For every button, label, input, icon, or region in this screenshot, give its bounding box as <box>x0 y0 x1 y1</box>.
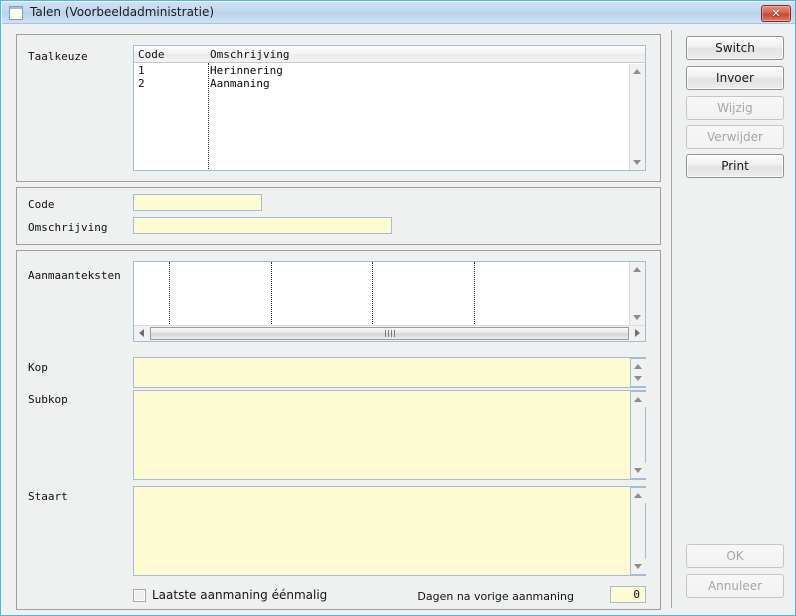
subkop-vertical-scrollbar[interactable] <box>630 391 646 479</box>
staart-label: Staart <box>28 490 68 503</box>
dialog-window: Talen (Voorbeeldadministratie) ✕ Taalkeu… <box>0 0 796 616</box>
scroll-down-icon[interactable] <box>631 559 646 574</box>
code-label: Code <box>28 198 55 211</box>
omschrijving-input[interactable] <box>133 217 392 234</box>
aanmaanteksten-grid[interactable] <box>133 261 646 342</box>
taalkeuze-group: Taalkeuze Code Omschrijving 1 Herinnerin… <box>16 34 661 182</box>
title-bar: Talen (Voorbeeldadministratie) ✕ <box>2 2 795 24</box>
cell-omschrijving: Herinnering <box>210 64 283 77</box>
subkop-label: Subkop <box>28 393 68 406</box>
laatste-aanmaning-checkbox-wrap[interactable]: Laatste aanmaning éénmalig <box>133 587 327 605</box>
client-area: Taalkeuze Code Omschrijving 1 Herinnerin… <box>2 24 795 615</box>
annuleer-button[interactable]: Annuleer <box>686 574 784 598</box>
staart-vertical-scrollbar[interactable] <box>630 487 646 575</box>
panel-divider <box>671 30 672 608</box>
close-icon: ✕ <box>771 7 781 20</box>
cell-code: 1 <box>138 64 145 77</box>
window-icon <box>9 6 23 20</box>
list-header-row: Code Omschrijving <box>134 46 645 63</box>
scroll-up-icon[interactable] <box>631 392 646 407</box>
laatste-aanmaning-checkbox[interactable] <box>133 589 146 602</box>
subkop-textarea[interactable] <box>133 390 646 480</box>
staart-textarea[interactable] <box>133 486 646 576</box>
grid-column-separator <box>271 262 272 324</box>
detail-group: Code Omschrijving <box>16 187 661 245</box>
taalkeuze-label: Taalkeuze <box>28 50 88 63</box>
scroll-left-icon[interactable] <box>134 326 149 341</box>
list-vertical-scrollbar[interactable] <box>629 64 645 170</box>
grid-column-separator <box>372 262 373 324</box>
scroll-down-icon[interactable] <box>631 463 646 478</box>
print-button[interactable]: Print <box>686 154 784 178</box>
kop-textarea[interactable] <box>133 357 646 388</box>
dagen-na-vorige-aanmaning-input[interactable]: 0 <box>610 586 646 603</box>
invoer-button[interactable]: Invoer <box>686 66 784 90</box>
table-row[interactable]: 1 Herinnering <box>134 64 629 77</box>
grid-column-separator <box>169 262 170 324</box>
omschrijving-label: Omschrijving <box>28 221 108 234</box>
table-row[interactable]: 2 Aanmaning <box>134 77 629 90</box>
aanmaanteksten-group: Aanmaanteksten Kop Subkop Staart Laatste… <box>16 250 661 610</box>
kop-label: Kop <box>28 361 48 374</box>
scroll-down-icon[interactable] <box>631 371 646 386</box>
aanmaanteksten-label: Aanmaanteksten <box>28 269 121 282</box>
taalkeuze-list[interactable]: Code Omschrijving 1 Herinnering 2 Aanman… <box>133 45 646 171</box>
grid-hscroll-thumb[interactable] <box>150 327 629 340</box>
cell-omschrijving: Aanmaning <box>210 77 270 90</box>
list-column-header-omschrijving[interactable]: Omschrijving <box>210 48 289 61</box>
scroll-up-icon[interactable] <box>630 64 645 79</box>
window-title: Talen (Voorbeeldadministratie) <box>30 5 215 19</box>
list-column-header-code[interactable]: Code <box>138 48 165 61</box>
close-button[interactable]: ✕ <box>761 5 791 22</box>
verwijder-button[interactable]: Verwijder <box>686 125 784 149</box>
grid-vertical-scrollbar[interactable] <box>629 262 645 325</box>
scroll-down-icon[interactable] <box>630 310 645 325</box>
grip-icon <box>384 330 395 337</box>
scroll-up-icon[interactable] <box>630 262 645 277</box>
switch-button[interactable]: Switch <box>686 36 784 60</box>
list-rows: 1 Herinnering 2 Aanmaning <box>134 64 629 170</box>
scroll-down-icon[interactable] <box>630 155 645 170</box>
kop-vertical-scrollbar[interactable] <box>630 358 646 387</box>
laatste-aanmaning-label: Laatste aanmaning éénmalig <box>152 588 328 602</box>
scroll-up-icon[interactable] <box>631 488 646 503</box>
grid-horizontal-scrollbar[interactable] <box>134 325 645 341</box>
dagen-na-vorige-aanmaning-label: Dagen na vorige aanmaning <box>417 590 574 603</box>
ok-button[interactable]: OK <box>686 544 784 568</box>
wijzig-button[interactable]: Wijzig <box>686 96 784 120</box>
cell-code: 2 <box>138 77 145 90</box>
code-input[interactable] <box>133 194 262 211</box>
scroll-right-icon[interactable] <box>630 326 645 341</box>
grid-column-separator <box>474 262 475 324</box>
